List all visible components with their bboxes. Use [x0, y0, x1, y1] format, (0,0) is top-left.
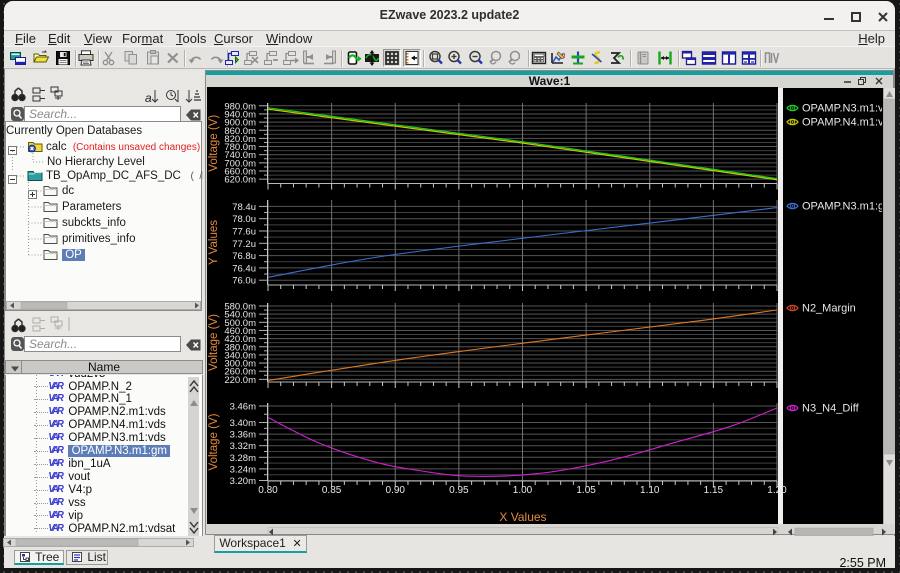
- svg-text:78.0u: 78.0u: [232, 214, 256, 225]
- svg-text:3.28m: 3.28m: [230, 453, 256, 464]
- svg-text:3.46m: 3.46m: [230, 402, 256, 413]
- svg-text:3.36m: 3.36m: [230, 430, 256, 441]
- svg-text:77.6u: 77.6u: [232, 227, 256, 238]
- svg-text:220.0m: 220.0m: [224, 375, 256, 386]
- svg-text:1.00: 1.00: [513, 485, 533, 496]
- svg-text:76.0u: 76.0u: [232, 276, 256, 287]
- svg-text:76.4u: 76.4u: [232, 263, 256, 274]
- svg-text:1.20: 1.20: [767, 485, 787, 496]
- svg-text:0.95: 0.95: [449, 485, 469, 496]
- svg-text:0.85: 0.85: [322, 485, 342, 496]
- svg-text:Voltage (V): Voltage (V): [208, 115, 220, 172]
- svg-text:78.4u: 78.4u: [232, 202, 256, 213]
- svg-text:0.80: 0.80: [258, 485, 278, 496]
- svg-text:Y Values: Y Values: [208, 220, 220, 265]
- svg-text:76.8u: 76.8u: [232, 251, 256, 262]
- svg-text:77.2u: 77.2u: [232, 239, 256, 250]
- svg-text:3.24m: 3.24m: [230, 464, 256, 475]
- svg-text:1.15: 1.15: [704, 485, 724, 496]
- svg-text:3.32m: 3.32m: [230, 441, 256, 452]
- svg-text:Voltage (V): Voltage (V): [208, 413, 220, 470]
- svg-text:1.05: 1.05: [576, 485, 596, 496]
- svg-text:3.40m: 3.40m: [230, 418, 256, 429]
- svg-text:3.20m: 3.20m: [230, 476, 256, 487]
- svg-text:Voltage (V): Voltage (V): [208, 314, 220, 371]
- svg-text:1.10: 1.10: [640, 485, 660, 496]
- svg-text:0.90: 0.90: [386, 485, 406, 496]
- svg-text:620.0m: 620.0m: [224, 175, 256, 186]
- svg-text:X Values: X Values: [499, 510, 546, 524]
